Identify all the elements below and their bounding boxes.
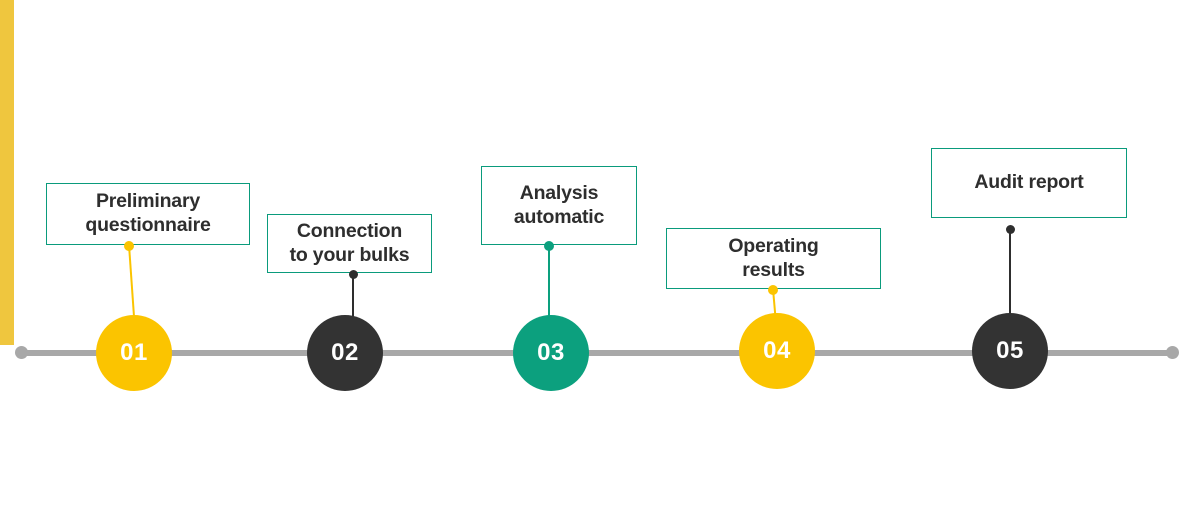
step-label-box-02[interactable]: Connection to your bulks bbox=[267, 214, 432, 273]
step-number-text: 02 bbox=[331, 339, 359, 366]
step-circle-03[interactable]: 03 bbox=[513, 315, 589, 391]
step-label-box-04[interactable]: Operating results bbox=[666, 228, 881, 289]
step-number-text: 04 bbox=[763, 337, 791, 364]
step-label-box-05[interactable]: Audit report bbox=[931, 148, 1127, 218]
step-circle-02[interactable]: 02 bbox=[307, 315, 383, 391]
step-connector-dot-05 bbox=[1005, 224, 1015, 234]
step-connector-dot-02 bbox=[348, 269, 358, 279]
step-label-text: Operating results bbox=[728, 234, 819, 281]
step-label-box-01[interactable]: Preliminary questionnaire bbox=[46, 183, 250, 245]
step-label-text: Audit report bbox=[974, 171, 1084, 194]
step-label-text: Analysis automatic bbox=[513, 181, 605, 228]
step-number-text: 05 bbox=[996, 337, 1024, 364]
step-connector-dot-03 bbox=[544, 241, 554, 251]
step-circle-05[interactable]: 05 bbox=[972, 313, 1048, 389]
timeline-end-dot bbox=[1166, 346, 1179, 359]
step-label-box-03[interactable]: Analysis automatic bbox=[481, 166, 637, 245]
step-circle-04[interactable]: 04 bbox=[739, 313, 815, 389]
step-connector-stem-01 bbox=[128, 244, 136, 325]
timeline-diagram: Preliminary questionnaire 01 Connection to… bbox=[0, 0, 1197, 515]
step-connector-stem-02 bbox=[352, 273, 354, 321]
step-label-text: Preliminary questionnaire bbox=[85, 190, 211, 236]
step-label-text: Connection to your bulks bbox=[289, 219, 410, 266]
step-connector-dot-04 bbox=[768, 285, 778, 295]
left-accent-bar bbox=[0, 0, 14, 345]
step-circle-01[interactable]: 01 bbox=[96, 315, 172, 391]
step-number-text: 01 bbox=[120, 339, 148, 366]
step-number-text: 03 bbox=[537, 339, 565, 366]
step-connector-dot-01 bbox=[124, 241, 134, 251]
timeline-start-dot bbox=[15, 346, 28, 359]
